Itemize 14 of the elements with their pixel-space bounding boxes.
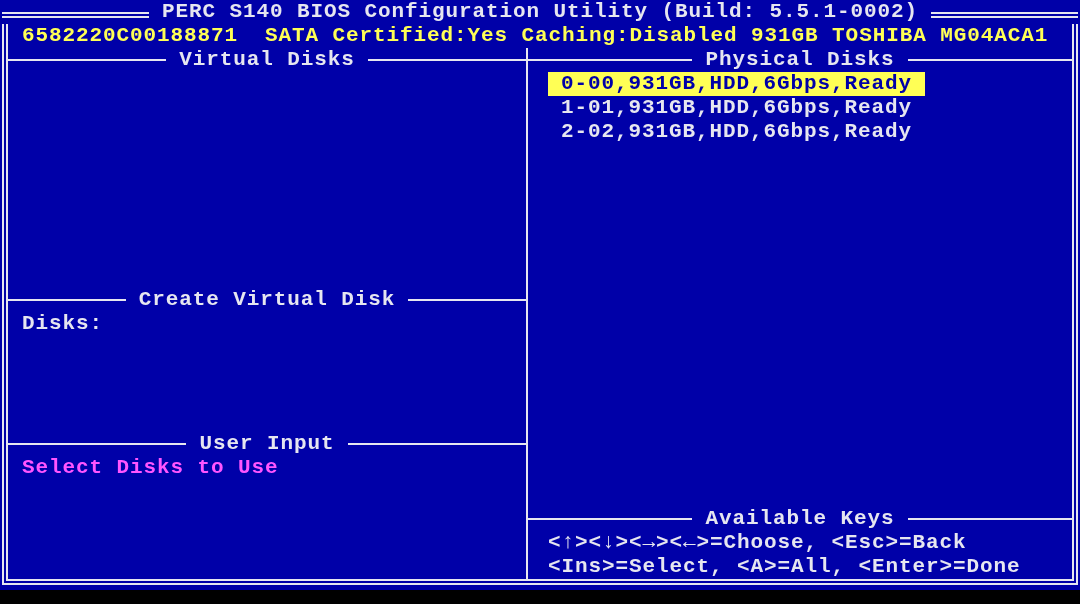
disks-label: Disks:	[21, 312, 104, 336]
section-heading: Available Keys	[704, 507, 896, 531]
disk-list-item[interactable]: 1-01,931GB,HDD,6Gbps,Ready	[548, 96, 926, 120]
window-title: PERC S140 BIOS Configuration Utility (Build: 5.5.1-0002)	[160, 0, 920, 24]
section-heading: Physical Disks	[704, 48, 896, 72]
key-help-line: <Ins>=Select, <A>=All, <Enter>=Done	[547, 555, 1022, 579]
section-heading: Virtual Disks	[178, 48, 356, 72]
disk-info-line: 6582220C00188871 SATA Certified:Yes Caching:Disabled 931GB TOSHIBA MG04ACA1	[21, 24, 1050, 48]
section-heading: Create Virtual Disk	[137, 288, 397, 312]
prompt-text: Select Disks to Use	[21, 456, 280, 480]
disk-list-item[interactable]: 0-00,931GB,HDD,6Gbps,Ready	[548, 72, 926, 96]
disk-list-item[interactable]: 2-02,931GB,HDD,6Gbps,Ready	[548, 120, 926, 144]
key-help-line: <↑><↓><→><←>=Choose, <Esc>=Back	[547, 531, 968, 555]
section-heading: User Input	[198, 432, 336, 456]
